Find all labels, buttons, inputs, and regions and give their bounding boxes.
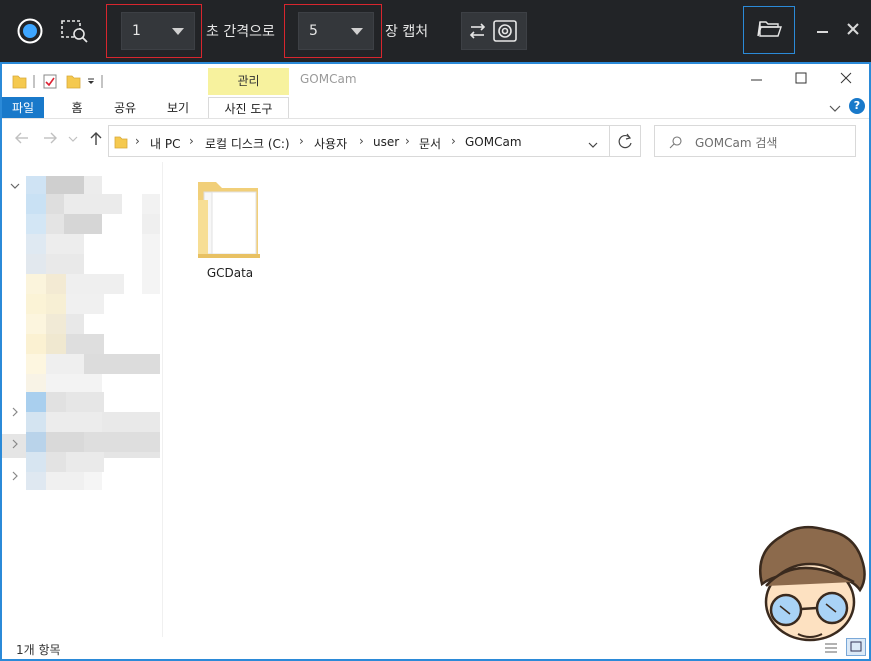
- breadcrumb-documents[interactable]: 문서: [419, 135, 441, 152]
- breadcrumb-users[interactable]: 사용자: [314, 135, 347, 152]
- record-icon[interactable]: [16, 17, 44, 45]
- search-box[interactable]: GOMCam 검색: [654, 125, 856, 157]
- chevron-right-icon[interactable]: [10, 470, 20, 484]
- tab-file[interactable]: 파일: [2, 97, 44, 119]
- address-bar[interactable]: › 내 PC › 로컬 디스크 (C:) › 사용자 › user › 문서 ›…: [108, 125, 610, 157]
- large-icons-view-icon[interactable]: [846, 638, 866, 656]
- explorer-close-button[interactable]: [837, 70, 857, 88]
- breadcrumb-local-disk[interactable]: 로컬 디스크 (C:): [205, 135, 290, 152]
- folder-open-icon: [757, 21, 782, 37]
- window-title: GOMCam: [300, 72, 357, 86]
- chevron-right-icon: ›: [189, 134, 194, 148]
- search-icon: [669, 134, 683, 153]
- explorer-window: 관리 GOMCam 파일 홈 공유 보기 사진 도구 ? › 내 PC › 로컬…: [0, 62, 871, 661]
- ribbon-divider: [2, 118, 869, 119]
- help-icon[interactable]: ?: [849, 98, 865, 114]
- refresh-button[interactable]: [609, 125, 641, 157]
- chevron-down-icon[interactable]: [10, 180, 20, 194]
- tab-home[interactable]: 홈: [59, 97, 95, 119]
- address-dropdown-icon[interactable]: [587, 136, 599, 155]
- interval-label: 초 간격으로: [206, 24, 275, 40]
- capture-toolbar: 1 초 간격으로 5 장 캡처: [0, 0, 871, 62]
- pixelated-nav-tree: [26, 176, 162, 510]
- explorer-minimize-button[interactable]: [747, 70, 767, 88]
- interval-highlight-box: [106, 4, 202, 58]
- count-highlight-box: [284, 4, 382, 58]
- folder-icon: [12, 75, 27, 89]
- back-arrow-icon[interactable]: [14, 130, 30, 150]
- chevron-right-icon[interactable]: [10, 406, 20, 420]
- capture-mode-button[interactable]: [461, 12, 527, 50]
- refresh-icon: [618, 133, 632, 149]
- avatar-sticker: [750, 524, 868, 644]
- chevron-right-icon: ›: [299, 134, 304, 148]
- chevron-right-icon[interactable]: [10, 438, 20, 452]
- count-label: 장 캡처: [385, 24, 429, 40]
- chevron-right-icon: ›: [451, 134, 456, 148]
- explorer-maximize-button[interactable]: [791, 70, 811, 88]
- folder-item[interactable]: GCData: [190, 174, 270, 284]
- quick-access-toolbar: [12, 72, 112, 94]
- chevron-right-icon: ›: [135, 134, 140, 148]
- breadcrumb-gomcam[interactable]: GOMCam: [465, 135, 522, 149]
- ribbon-expand-icon[interactable]: [828, 100, 842, 119]
- tab-picture-tools[interactable]: 사진 도구: [208, 97, 289, 119]
- forward-arrow-icon[interactable]: [42, 130, 58, 150]
- tab-share[interactable]: 공유: [106, 97, 144, 119]
- folder-icon: [114, 134, 128, 153]
- tab-view[interactable]: 보기: [159, 97, 197, 119]
- details-view-icon[interactable]: [822, 640, 840, 656]
- nav-pane-divider: [162, 162, 163, 637]
- recent-locations-icon[interactable]: [68, 130, 78, 150]
- close-button[interactable]: [846, 20, 860, 41]
- new-folder-icon: [66, 75, 81, 89]
- ribbon-context-group: 관리: [208, 68, 289, 95]
- breadcrumb-user[interactable]: user: [373, 135, 399, 149]
- chevron-right-icon: ›: [359, 134, 364, 148]
- search-placeholder: GOMCam 검색: [695, 136, 778, 150]
- open-folder-button[interactable]: [743, 6, 795, 54]
- status-item-count: 1개 항목: [16, 643, 61, 657]
- folder-item-label: GCData: [206, 266, 254, 280]
- up-arrow-icon[interactable]: [88, 130, 104, 150]
- properties-icon: [43, 74, 57, 89]
- breadcrumb-this-pc[interactable]: 내 PC: [150, 135, 180, 152]
- minimize-button[interactable]: [816, 16, 830, 41]
- region-capture-icon[interactable]: [60, 17, 90, 45]
- chevron-right-icon: ›: [405, 134, 410, 148]
- navigation-pane: [2, 162, 162, 637]
- folder-icon: [198, 182, 260, 258]
